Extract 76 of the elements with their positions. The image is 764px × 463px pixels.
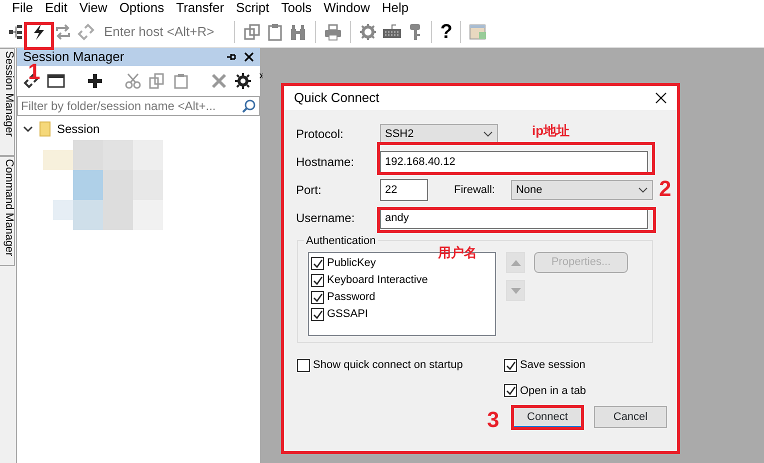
close-icon[interactable] bbox=[244, 52, 254, 62]
print-icon[interactable] bbox=[324, 22, 342, 40]
checkbox[interactable] bbox=[311, 274, 324, 287]
tree-item[interactable]: Session bbox=[57, 120, 100, 138]
step-number: 2 bbox=[659, 178, 672, 200]
delete-icon[interactable] bbox=[211, 73, 227, 89]
up-icon bbox=[510, 260, 520, 266]
menu-item[interactable]: File bbox=[6, 1, 39, 15]
host-field[interactable]: Enter host <Alt+R> bbox=[104, 22, 214, 42]
reconnect-icon[interactable] bbox=[54, 22, 72, 40]
side-tab[interactable]: Session Manager bbox=[0, 48, 15, 156]
check-icon bbox=[504, 385, 516, 396]
side-tab[interactable]: Command Manager bbox=[0, 156, 15, 266]
field-label: Port: bbox=[296, 182, 322, 199]
menu-item[interactable]: View bbox=[73, 1, 114, 15]
checkbox[interactable] bbox=[297, 358, 310, 372]
menu-item[interactable]: Window bbox=[318, 1, 376, 15]
connect-tree-icon[interactable] bbox=[8, 24, 24, 40]
input-field[interactable]: 192.168.40.12 bbox=[380, 151, 648, 173]
dropdown[interactable]: None bbox=[510, 180, 653, 200]
menu-item[interactable]: Tools bbox=[275, 1, 318, 15]
port-field[interactable]: 22 bbox=[380, 179, 428, 201]
checkbox[interactable] bbox=[504, 384, 517, 398]
dialog-button[interactable]: Cancel bbox=[594, 406, 667, 428]
field-label: Protocol: bbox=[296, 126, 344, 143]
highlight-box bbox=[24, 22, 54, 50]
list-item[interactable]: Keyboard Interactive bbox=[327, 272, 428, 289]
field-label: Username: bbox=[296, 210, 356, 227]
binoculars-icon[interactable] bbox=[289, 22, 308, 40]
check-icon bbox=[312, 275, 324, 286]
menu-item[interactable]: Edit bbox=[38, 1, 74, 15]
menu-item[interactable]: Help bbox=[376, 1, 415, 15]
menu-item[interactable]: Transfer bbox=[170, 1, 230, 15]
annotation-text: 用户名 bbox=[438, 246, 477, 260]
option-label[interactable]: Show quick connect on startup bbox=[313, 357, 463, 374]
search-icon bbox=[242, 99, 256, 113]
menu-item[interactable]: Options bbox=[113, 1, 170, 15]
check-icon bbox=[504, 360, 516, 371]
checkbox[interactable] bbox=[504, 358, 517, 372]
dropdown[interactable]: SSH2 bbox=[380, 124, 498, 144]
checkbox[interactable] bbox=[311, 308, 324, 321]
check-icon bbox=[312, 258, 324, 269]
chevron-down-icon bbox=[483, 131, 493, 137]
chevron-down-icon bbox=[638, 187, 648, 193]
folder-icon bbox=[39, 121, 51, 137]
paste-icon[interactable] bbox=[173, 73, 189, 89]
step-number: 3 bbox=[487, 409, 500, 431]
list-item[interactable]: PublicKey bbox=[327, 255, 376, 272]
pin-icon[interactable] bbox=[226, 52, 236, 62]
filter-field[interactable]: Filter by folder/session name <Alt+... bbox=[17, 96, 260, 116]
list-item[interactable]: GSSAPI bbox=[327, 306, 368, 323]
copy-icon[interactable] bbox=[149, 73, 165, 89]
menu-item[interactable]: Script bbox=[230, 1, 276, 15]
paste-icon[interactable] bbox=[266, 22, 284, 40]
check-icon bbox=[312, 309, 324, 320]
close-icon[interactable] bbox=[655, 92, 667, 104]
field-label: Hostname: bbox=[296, 154, 356, 171]
checkbox[interactable] bbox=[311, 257, 324, 270]
window-icon[interactable] bbox=[47, 74, 65, 88]
option-label[interactable]: Save session bbox=[520, 357, 586, 374]
keyboard-icon[interactable] bbox=[382, 22, 402, 40]
panel-title: Session Manager bbox=[23, 48, 126, 64]
option-label[interactable]: Open in a tab bbox=[520, 382, 586, 399]
annotation-text: ip地址 bbox=[532, 124, 570, 138]
check-icon bbox=[312, 292, 324, 303]
cut-icon[interactable] bbox=[125, 73, 141, 89]
add-icon[interactable] bbox=[87, 73, 103, 89]
chevron-down-icon[interactable] bbox=[23, 124, 33, 134]
list-item[interactable]: Password bbox=[327, 289, 376, 306]
settings-icon[interactable] bbox=[235, 73, 251, 89]
field-label: Firewall: bbox=[454, 182, 495, 198]
help-icon[interactable]: ? bbox=[440, 22, 452, 42]
copy-icon[interactable] bbox=[243, 22, 262, 40]
dialog-title: Quick Connect bbox=[294, 89, 380, 108]
down-icon bbox=[510, 288, 520, 294]
checkbox[interactable] bbox=[311, 291, 324, 304]
